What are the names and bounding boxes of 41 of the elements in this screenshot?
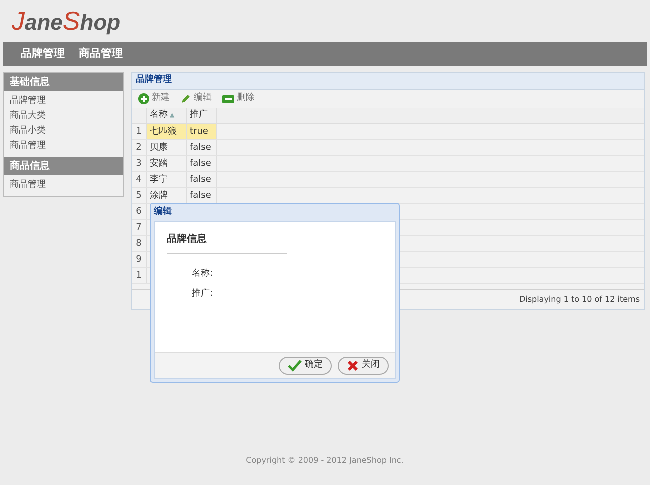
column-header[interactable]: 推广 <box>187 108 217 123</box>
panel-header: 品牌管理 <box>132 73 644 90</box>
dialog-button[interactable]: 确定 <box>279 356 332 374</box>
cross-icon <box>347 360 359 372</box>
dialog-title: 编辑 <box>154 205 173 219</box>
row-number: 8 <box>132 236 147 251</box>
row-number: 9 <box>132 252 147 267</box>
sidebar-item[interactable]: 品牌管理 <box>4 94 123 109</box>
minus-icon <box>222 94 235 104</box>
row-number: 6 <box>132 204 147 219</box>
sidebar-header: 商品信息 <box>4 157 123 175</box>
table-cell: 李宁 <box>147 172 187 187</box>
sidebar-header: 基础信息 <box>4 73 123 91</box>
sidebar-item[interactable]: 商品管理 <box>4 178 123 193</box>
toolbar-button[interactable]: 编辑 <box>180 92 212 106</box>
toolbar-button[interactable]: 删除 <box>222 92 255 106</box>
table-cell: false <box>187 188 217 203</box>
table-cell: false <box>187 140 217 155</box>
table-cell: 涂牌 <box>147 188 187 203</box>
table-cell: 安踏 <box>147 156 187 171</box>
field-label: 名称: <box>192 268 214 281</box>
sidebar-item[interactable]: 商品管理 <box>4 139 123 154</box>
nav-link[interactable]: 品牌管理 <box>21 46 65 62</box>
dialog-button[interactable]: 关闭 <box>338 356 389 374</box>
table-cell: true <box>187 124 217 139</box>
table-cell: false <box>187 156 217 171</box>
section-title: 品牌信息 <box>167 232 287 254</box>
copyright: Copyright © 2009 - 2012 JaneShop Inc. <box>246 455 404 467</box>
field-label: 推广: <box>192 288 214 300</box>
row-number: 1 <box>132 268 147 283</box>
row-number: 7 <box>132 220 147 235</box>
plus-icon <box>138 93 150 105</box>
check-icon <box>288 360 302 372</box>
sidebar-item[interactable]: 商品小类 <box>4 124 123 139</box>
table-cell: false <box>187 172 217 187</box>
toolbar-button[interactable]: 新建 <box>138 92 170 106</box>
table-cell: 七匹狼 <box>147 124 187 139</box>
nav-link[interactable]: 商品管理 <box>79 46 123 62</box>
pencil-icon <box>180 93 192 105</box>
sidebar-item[interactable]: 商品大类 <box>4 109 123 124</box>
logo: JaneShop <box>12 4 121 38</box>
